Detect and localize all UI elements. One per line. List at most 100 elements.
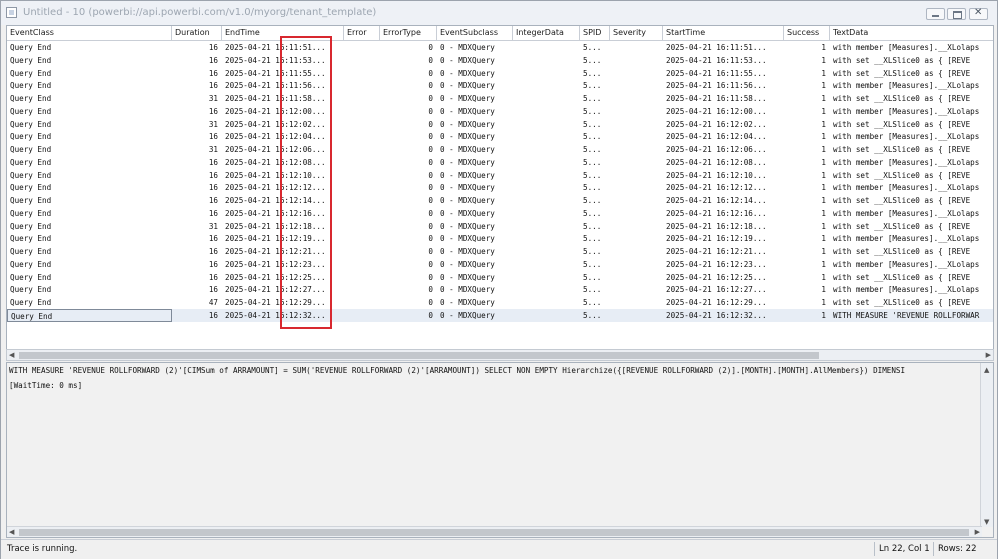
text-data-cell: with member [Measures].__XLolaps (833, 132, 980, 142)
scroll-left-icon[interactable]: ◀ (9, 350, 14, 360)
scroll-left-icon[interactable]: ◀ (9, 527, 14, 537)
column-header[interactable]: SPID (580, 26, 610, 40)
event-subclass-cell: 0 - MDXQuery (440, 234, 495, 244)
start-time-cell: 2025-04-21 16:11:55... (666, 68, 767, 78)
error-type-cell: 0 (428, 68, 433, 78)
end-time-cell: 2025-04-21 16:11:51... (225, 43, 326, 52)
column-header[interactable]: StartTime (663, 26, 784, 40)
trace-grid[interactable]: EventClass Duration EndTime Error ErrorType E… (6, 25, 994, 361)
spid-cell: 5... (583, 247, 602, 256)
success-cell: 1 (821, 298, 826, 307)
text-data-cell: with member [Measures].__XLolaps (833, 285, 980, 295)
text-data-cell: with member [Measures].__XLolaps (833, 81, 980, 91)
start-time-cell: 2025-04-21 16:11:53... (666, 55, 767, 65)
text-data-cell: with set __XLSlice0 as { [REVE (833, 170, 971, 180)
scroll-right-icon[interactable]: ▶ (986, 350, 991, 360)
table-row[interactable]: Query End 16 2025-04-21 16:11:51... 0 0 - MD… (7, 41, 993, 54)
table-row[interactable]: Query End 31 2025-04-21 16:12:18... 0 0 - MD… (7, 220, 993, 233)
success-cell: 1 (821, 310, 826, 320)
start-time-cell: 2025-04-21 16:12:06... (666, 145, 767, 154)
table-row[interactable]: Query End 31 2025-04-21 16:12:06... 0 0 - MD… (7, 143, 993, 156)
start-time-cell: 2025-04-21 16:12:27... (666, 285, 767, 295)
minimize-button[interactable] (926, 8, 945, 20)
table-row[interactable]: Query End 16 2025-04-21 16:12:12... 0 0 - MD… (7, 181, 993, 194)
success-cell: 1 (821, 55, 826, 65)
end-time-cell: 2025-04-21 16:12:27... (225, 285, 326, 295)
table-row[interactable]: Query End 31 2025-04-21 16:11:58... 0 0 - MD… (7, 92, 993, 105)
table-row[interactable]: Query End 31 2025-04-21 16:12:02... 0 0 - MD… (7, 118, 993, 131)
event-subclass-cell: 0 - MDXQuery (440, 196, 495, 205)
scroll-down-icon[interactable]: ▼ (984, 517, 989, 527)
spid-cell: 5... (583, 221, 602, 231)
event-class-cell: Query End (10, 68, 52, 78)
error-type-cell: 0 (428, 132, 433, 142)
column-header[interactable]: EndTime (222, 26, 344, 40)
column-header[interactable]: IntegerData (513, 26, 580, 40)
event-subclass-cell: 0 - MDXQuery (440, 145, 495, 154)
duration-cell: 31 (208, 119, 218, 129)
success-cell: 1 (821, 234, 826, 244)
maximize-button[interactable] (947, 8, 966, 20)
event-subclass-cell: 0 - MDXQuery (440, 272, 495, 282)
event-class-cell: Query End (10, 298, 52, 307)
table-row[interactable]: Query End 16 2025-04-21 16:11:56... 0 0 - MD… (7, 79, 993, 92)
column-header[interactable]: Duration (172, 26, 222, 40)
spid-cell: 5... (583, 119, 602, 129)
table-row[interactable]: Query End 16 2025-04-21 16:12:32... 0 0 - MD… (7, 308, 993, 322)
table-row[interactable]: Query End 16 2025-04-21 16:11:55... 0 0 - MD… (7, 67, 993, 80)
column-header[interactable]: EventSubclass (437, 26, 513, 40)
table-row[interactable]: Query End 16 2025-04-21 16:12:14... 0 0 - MD… (7, 194, 993, 207)
start-time-cell: 2025-04-21 16:12:18... (666, 221, 767, 231)
spid-cell: 5... (583, 196, 602, 205)
text-data-cell: with member [Measures].__XLolaps (833, 259, 980, 269)
column-header[interactable]: Error (344, 26, 380, 40)
table-row[interactable]: Query End 16 2025-04-21 16:12:21... 0 0 - MD… (7, 245, 993, 258)
column-header[interactable]: Severity (610, 26, 663, 40)
duration-cell: 16 (208, 272, 218, 282)
text-data-cell: with set __XLSlice0 as { [REVE (833, 196, 971, 205)
table-row[interactable]: Query End 16 2025-04-21 16:12:08... 0 0 - MD… (7, 156, 993, 169)
close-button[interactable]: ✕ (969, 7, 988, 20)
detail-horizontal-scrollbar[interactable]: ◀ ▶ (7, 526, 982, 537)
status-bar: Trace is running. Ln 22, Col 1 Rows: 22 (1, 539, 997, 559)
error-type-cell: 0 (428, 196, 433, 205)
table-row[interactable]: Query End 47 2025-04-21 16:12:29... 0 0 - MD… (7, 296, 993, 309)
table-row[interactable]: Query End 16 2025-04-21 16:12:19... 0 0 - MD… (7, 232, 993, 245)
end-time-cell: 2025-04-21 16:11:55... (225, 68, 326, 78)
end-time-cell: 2025-04-21 16:12:10... (225, 170, 326, 180)
success-cell: 1 (821, 106, 826, 116)
success-cell: 1 (821, 247, 826, 256)
table-row[interactable]: Query End 16 2025-04-21 16:12:04... 0 0 - MD… (7, 130, 993, 143)
success-cell: 1 (821, 132, 826, 142)
column-header[interactable]: EventClass (7, 26, 172, 40)
scroll-up-icon[interactable]: ▲ (984, 365, 989, 375)
event-class-cell: Query End (10, 272, 52, 282)
table-row[interactable]: Query End 16 2025-04-21 16:12:25... 0 0 - MD… (7, 271, 993, 284)
scroll-thumb[interactable] (19, 352, 819, 359)
table-row[interactable]: Query End 16 2025-04-21 16:11:53... 0 0 - MD… (7, 54, 993, 67)
textdata-detail-pane[interactable]: WITH MEASURE 'REVENUE ROLLFORWARD (2)'[C… (6, 362, 994, 538)
start-time-cell: 2025-04-21 16:12:14... (666, 196, 767, 205)
text-data-cell: with set __XLSlice0 as { [REVE (833, 145, 971, 154)
table-row[interactable]: Query End 16 2025-04-21 16:12:23... 0 0 - MD… (7, 258, 993, 271)
scroll-right-icon[interactable]: ▶ (975, 527, 980, 537)
table-row[interactable]: Query End 16 2025-04-21 16:12:16... 0 0 - MD… (7, 207, 993, 220)
end-time-cell: 2025-04-21 16:12:16... (225, 208, 326, 218)
detail-vertical-scrollbar[interactable]: ▲ ▼ (980, 363, 993, 527)
text-data-cell: WITH MEASURE 'REVENUE ROLLFORWAR (833, 310, 980, 320)
table-row[interactable]: Query End 16 2025-04-21 16:12:27... 0 0 - MD… (7, 283, 993, 296)
error-type-cell: 0 (428, 298, 433, 307)
text-data-cell: with set __XLSlice0 as { [REVE (833, 68, 971, 78)
table-row[interactable]: Query End 16 2025-04-21 16:12:10... 0 0 - MD… (7, 169, 993, 182)
error-type-cell: 0 (428, 55, 433, 65)
column-header[interactable]: Success (784, 26, 830, 40)
event-subclass-cell: 0 - MDXQuery (440, 183, 495, 193)
column-header[interactable]: ErrorType (380, 26, 437, 40)
scroll-thumb[interactable] (19, 529, 969, 536)
end-time-cell: 2025-04-21 16:12:06... (225, 145, 326, 154)
column-header[interactable]: TextData (830, 26, 993, 40)
grid-horizontal-scrollbar[interactable]: ◀ ▶ (6, 349, 994, 361)
start-time-cell: 2025-04-21 16:12:02... (666, 119, 767, 129)
table-row[interactable]: Query End 16 2025-04-21 16:12:00... 0 0 - MD… (7, 105, 993, 118)
spid-cell: 5... (583, 183, 602, 193)
